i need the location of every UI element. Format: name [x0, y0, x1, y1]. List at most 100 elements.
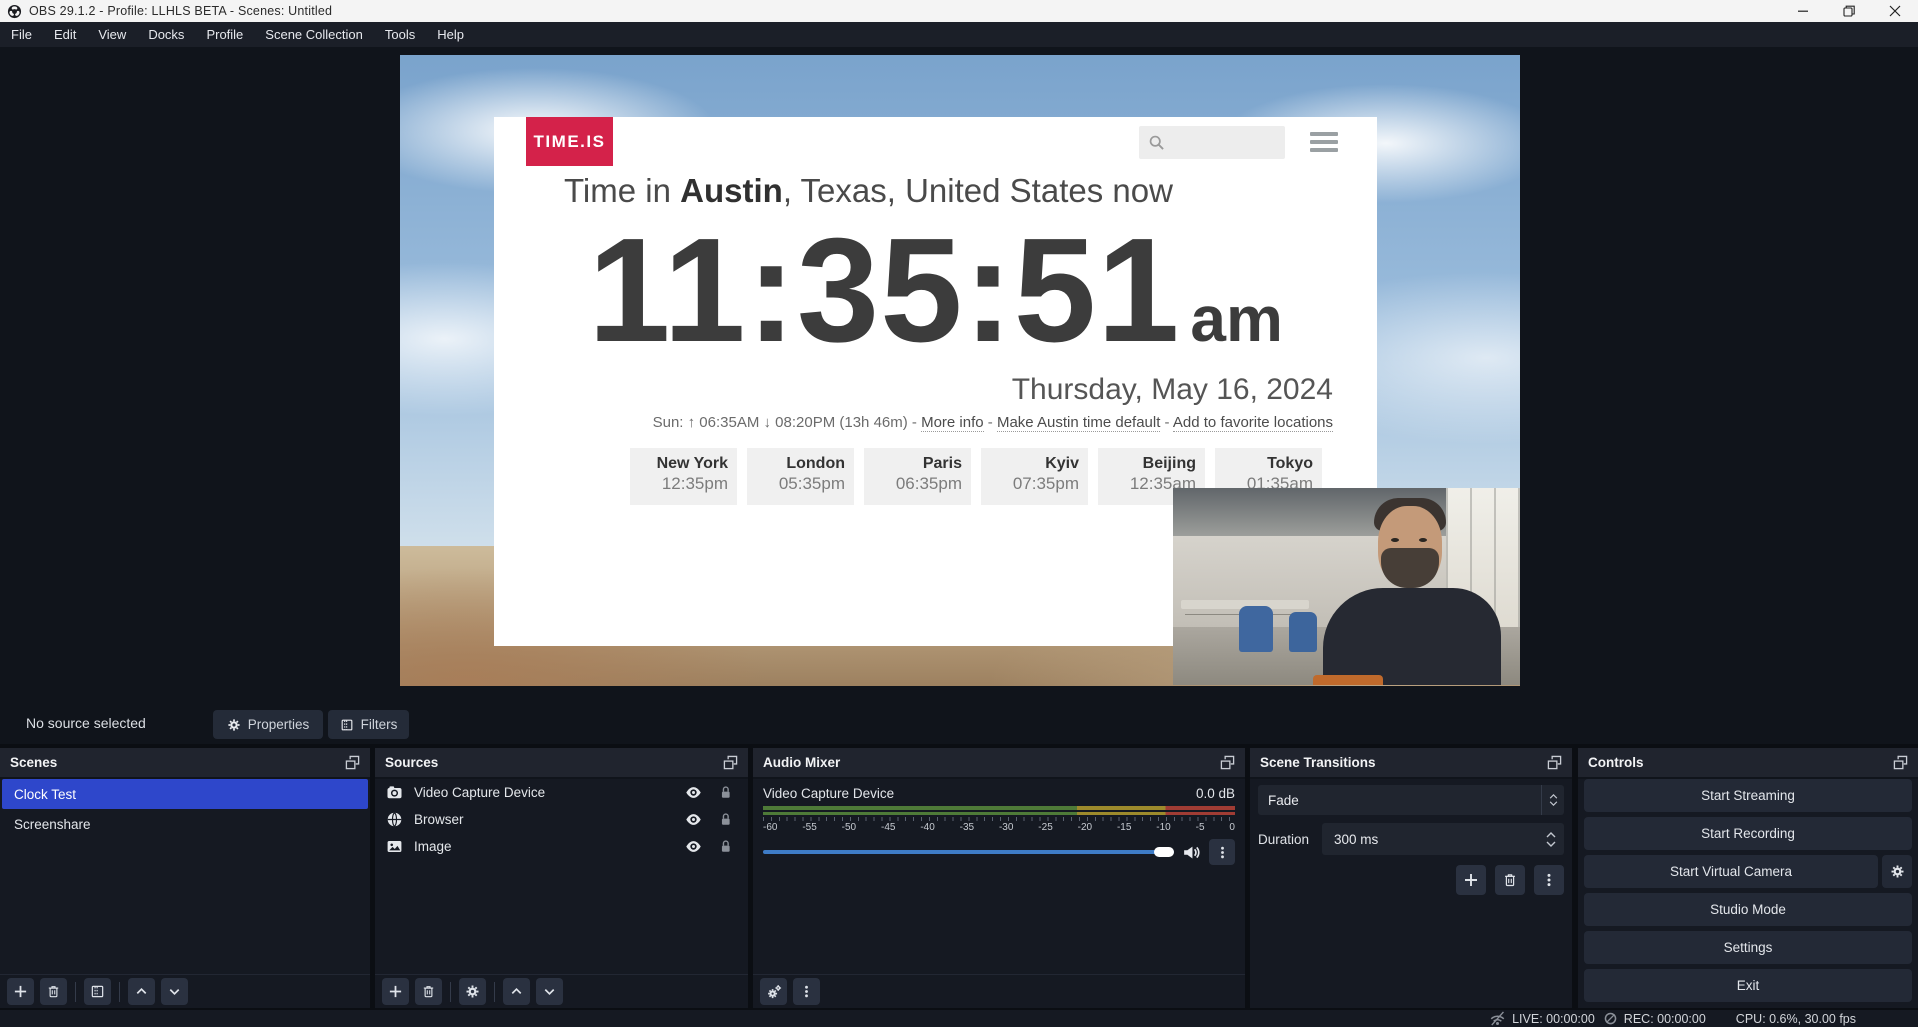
- volume-slider-handle[interactable]: [1154, 847, 1174, 857]
- gear-icon: [1890, 864, 1905, 879]
- dock-area: Scenes Clock Test Screenshare Sources: [0, 748, 1918, 1008]
- mixer-title: Audio Mixer: [763, 755, 840, 770]
- transition-select-arrows[interactable]: [1541, 785, 1564, 815]
- menu-tools[interactable]: Tools: [374, 22, 426, 47]
- preview-workspace: TIME.IS Time in Austin, Texas, United St…: [0, 47, 1918, 704]
- scene-filters-button[interactable]: [84, 978, 111, 1005]
- meter-scale: -60-55-50-45-40-35-30-25-20-15-10-50: [763, 822, 1235, 833]
- exit-button[interactable]: Exit: [1584, 969, 1912, 1002]
- plus-icon: [1463, 872, 1479, 888]
- source-item-video-capture[interactable]: Video Capture Device: [375, 779, 748, 806]
- scene-move-up-button[interactable]: [128, 978, 155, 1005]
- start-streaming-button[interactable]: Start Streaming: [1584, 779, 1912, 812]
- trash-icon: [1502, 872, 1518, 888]
- lock-icon[interactable]: [718, 785, 733, 800]
- scene-move-down-button[interactable]: [161, 978, 188, 1005]
- menu-edit[interactable]: Edit: [43, 22, 87, 47]
- eye-icon[interactable]: [685, 838, 702, 855]
- clock-time: 11:35:51: [588, 208, 1180, 373]
- close-button[interactable]: [1872, 0, 1918, 22]
- obs-logo-icon: [7, 4, 22, 19]
- timeis-logo: TIME.IS: [526, 117, 613, 166]
- remove-scene-button[interactable]: [40, 978, 67, 1005]
- search-icon: [1148, 134, 1165, 151]
- cpu-stats: CPU: 0.6%, 30.00 fps: [1736, 1012, 1856, 1026]
- menu-profile[interactable]: Profile: [195, 22, 254, 47]
- source-item-browser[interactable]: Browser: [375, 806, 748, 833]
- remove-transition-button[interactable]: [1495, 865, 1525, 895]
- rec-timer: REC: 00:00:00: [1624, 1012, 1706, 1026]
- popout-icon[interactable]: [723, 755, 738, 770]
- scene-item-clock-test[interactable]: Clock Test: [2, 779, 368, 809]
- live-timer: LIVE: 00:00:00: [1512, 1012, 1595, 1026]
- menu-scene-collection[interactable]: Scene Collection: [254, 22, 374, 47]
- obs-window: OBS 29.1.2 - Profile: LLHLS BETA - Scene…: [0, 0, 1918, 1027]
- filters-button[interactable]: Filters: [328, 710, 409, 739]
- menu-docks[interactable]: Docks: [137, 22, 195, 47]
- source-move-up-button[interactable]: [503, 978, 530, 1005]
- duration-spin-arrows[interactable]: [1546, 832, 1556, 847]
- controls-title: Controls: [1588, 755, 1644, 770]
- scene-item-screenshare[interactable]: Screenshare: [2, 809, 368, 839]
- webcam-overlay: [1173, 488, 1520, 685]
- source-toolbar: No source selected Properties Filters: [0, 704, 1918, 744]
- sun-info: Sun: ↑ 06:35AM ↓ 08:20PM (13h 46m): [653, 414, 908, 431]
- studio-mode-button[interactable]: Studio Mode: [1584, 893, 1912, 926]
- settings-button[interactable]: Settings: [1584, 931, 1912, 964]
- virtual-camera-config-button[interactable]: [1882, 855, 1912, 888]
- source-move-down-button[interactable]: [536, 978, 563, 1005]
- chevron-down-icon: [542, 984, 557, 999]
- volume-slider[interactable]: [763, 850, 1174, 854]
- lock-icon[interactable]: [718, 839, 733, 854]
- start-recording-button[interactable]: Start Recording: [1584, 817, 1912, 850]
- mixer-menu-button[interactable]: [793, 978, 820, 1005]
- transitions-title: Scene Transitions: [1260, 755, 1376, 770]
- eye-icon[interactable]: [685, 811, 702, 828]
- webcam-person: [1323, 496, 1520, 685]
- menu-file[interactable]: File: [0, 22, 43, 47]
- eye-icon[interactable]: [685, 784, 702, 801]
- timeis-clock: 11:35:51am: [494, 217, 1377, 365]
- preview-canvas[interactable]: TIME.IS Time in Austin, Texas, United St…: [400, 55, 1520, 686]
- popout-icon[interactable]: [1547, 755, 1562, 770]
- popout-icon[interactable]: [1220, 755, 1235, 770]
- transition-select[interactable]: Fade: [1258, 785, 1564, 815]
- chevron-up-icon: [509, 984, 524, 999]
- source-item-image[interactable]: Image: [375, 833, 748, 860]
- record-icon: [1603, 1011, 1618, 1026]
- live-icon: [1489, 1010, 1506, 1027]
- sources-panel: Sources Video Capture Device Browser: [375, 748, 748, 1008]
- mixer-channel-menu-button[interactable]: [1209, 839, 1235, 865]
- lock-icon[interactable]: [718, 812, 733, 827]
- globe-icon: [386, 811, 403, 828]
- city-london: London05:35pm: [747, 448, 854, 505]
- chevron-up-icon: [1546, 832, 1556, 838]
- city-kyiv: Kyiv07:35pm: [981, 448, 1088, 505]
- maximize-button[interactable]: [1826, 0, 1872, 22]
- source-properties-button[interactable]: [459, 978, 486, 1005]
- advanced-audio-button[interactable]: [760, 978, 787, 1005]
- city-paris: Paris06:35pm: [864, 448, 971, 505]
- transition-menu-button[interactable]: [1534, 865, 1564, 895]
- statusbar: LIVE: 00:00:00 REC: 00:00:00 CPU: 0.6%, …: [0, 1010, 1918, 1027]
- properties-button[interactable]: Properties: [213, 710, 323, 739]
- window-controls: [1780, 0, 1918, 22]
- add-source-button[interactable]: [382, 978, 409, 1005]
- timeis-heading: Time in Austin, Texas, United States now: [564, 172, 1173, 210]
- menu-view[interactable]: View: [87, 22, 137, 47]
- popout-icon[interactable]: [345, 755, 360, 770]
- minimize-button[interactable]: [1780, 0, 1826, 22]
- duration-spinbox[interactable]: 300 ms: [1322, 823, 1564, 855]
- menu-help[interactable]: Help: [426, 22, 475, 47]
- start-virtual-camera-button[interactable]: Start Virtual Camera: [1584, 855, 1878, 888]
- remove-source-button[interactable]: [415, 978, 442, 1005]
- add-scene-button[interactable]: [7, 978, 34, 1005]
- minimize-icon: [1795, 3, 1811, 19]
- favorite-link: Add to favorite locations: [1173, 414, 1333, 432]
- speaker-icon[interactable]: [1182, 843, 1201, 862]
- close-icon: [1887, 3, 1903, 19]
- popout-icon[interactable]: [1893, 755, 1908, 770]
- add-transition-button[interactable]: [1456, 865, 1486, 895]
- filter-icon: [340, 718, 354, 732]
- chevron-down-icon: [1546, 841, 1556, 847]
